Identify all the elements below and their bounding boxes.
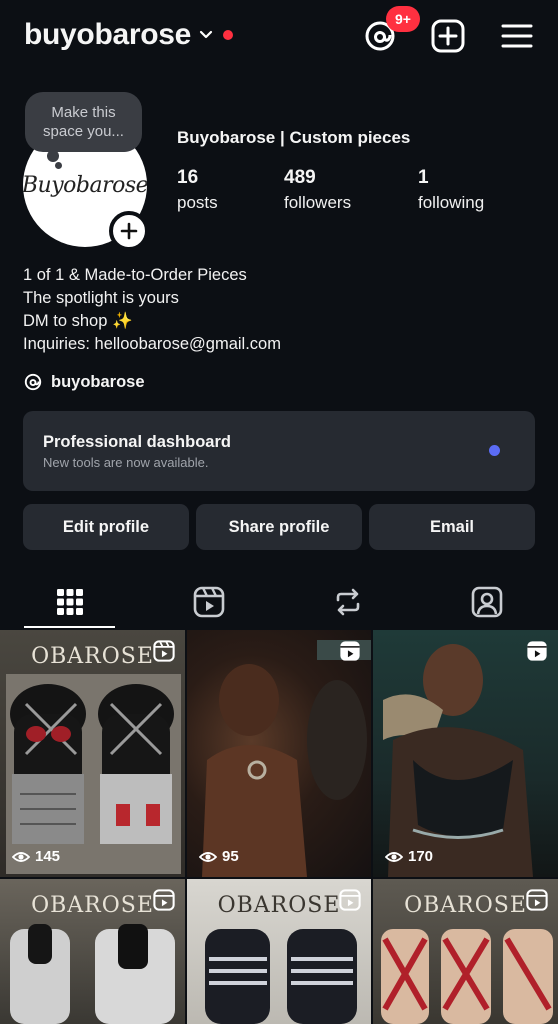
reel-icon (527, 641, 547, 661)
posts-label: posts (177, 193, 218, 212)
top-bar: buyobarose 9+ (0, 0, 558, 78)
add-story-button[interactable] (109, 211, 149, 251)
bio-email[interactable]: Inquiries: helloobarose@gmail.com (23, 333, 281, 356)
reel-icon (153, 889, 175, 911)
account-switcher[interactable]: buyobarose (24, 18, 234, 52)
reel-icon (340, 641, 360, 661)
grid-icon (56, 589, 83, 615)
tagged-icon (471, 586, 502, 618)
post-thumbnail[interactable]: OBAROSE (373, 879, 558, 1024)
eye-icon (199, 851, 217, 862)
post-thumbnail[interactable]: 170 (373, 630, 558, 877)
tab-reposts[interactable] (278, 576, 417, 628)
notification-badge: 9+ (386, 6, 420, 32)
dashboard-title: Professional dashboard (43, 433, 231, 451)
post-thumbnail[interactable]: OBAROSE 145 (0, 630, 185, 877)
reel-icon (153, 640, 175, 662)
chevron-down-icon (199, 30, 213, 39)
note-bubble[interactable]: Make this space you... (25, 92, 142, 152)
mannequin-image (381, 929, 553, 1024)
posts-stat[interactable]: 16 posts (177, 167, 218, 213)
reels-icon (193, 586, 224, 618)
following-stat[interactable]: 1 following (418, 167, 484, 213)
view-count: 170 (385, 848, 433, 865)
menu-icon[interactable] (499, 18, 535, 54)
active-tab-indicator (24, 626, 115, 628)
view-count: 95 (199, 848, 239, 865)
threads-icon (24, 373, 42, 391)
bio-line: 1 of 1 & Made-to-Order Pieces (23, 266, 247, 284)
bio-line: DM to shop ✨ (23, 312, 133, 330)
reel-icon (526, 889, 548, 911)
reposts-icon (336, 588, 359, 616)
dashboard-subtitle: New tools are now available. (43, 455, 209, 470)
post-thumbnail[interactable]: OBAROSE (0, 879, 185, 1024)
email-button[interactable]: Email (369, 504, 535, 550)
tab-grid[interactable] (0, 576, 139, 628)
note-text: Make this space you... (43, 104, 124, 140)
reel-icon (339, 889, 361, 911)
display-name: Buyobarose | Custom pieces (177, 128, 411, 147)
note-bubble-tail (47, 150, 59, 162)
dashboard-new-dot (489, 445, 500, 456)
following-label: following (418, 193, 485, 212)
bio: 1 of 1 & Made-to-Order Pieces The spotli… (23, 264, 281, 356)
avatar-logo-text: Buyobarose (23, 172, 147, 198)
view-count-number: 170 (408, 848, 434, 865)
view-count: 145 (12, 848, 60, 865)
add-icon[interactable] (430, 18, 466, 54)
plus-icon (120, 222, 138, 240)
posts-count: 16 (177, 167, 199, 188)
edit-profile-button[interactable]: Edit profile (23, 504, 189, 550)
profile-tabs (0, 576, 558, 628)
note-bubble-tail-small (55, 162, 62, 169)
post-photo (383, 644, 533, 877)
mannequin-image (205, 929, 357, 1024)
following-count: 1 (418, 167, 429, 188)
threads-handle: buyobarose (51, 372, 145, 391)
post-thumbnail[interactable]: OBAROSE (187, 879, 371, 1024)
post-photo (202, 640, 371, 877)
mannequin-image (10, 924, 175, 1024)
eye-icon (12, 851, 30, 862)
share-profile-button[interactable]: Share profile (196, 504, 362, 550)
professional-dashboard[interactable]: Professional dashboard New tools are now… (23, 411, 535, 491)
threads-profile-link[interactable]: buyobarose (23, 372, 145, 392)
view-count-number: 95 (222, 848, 239, 865)
tab-reels[interactable] (139, 576, 278, 628)
eye-icon (385, 851, 403, 862)
unread-dot (223, 30, 234, 40)
followers-stat[interactable]: 489 followers (284, 167, 351, 213)
tab-tagged[interactable] (417, 576, 556, 628)
view-count-number: 145 (35, 848, 61, 865)
username: buyobarose (24, 18, 192, 51)
post-thumbnail[interactable]: 95 (187, 630, 371, 877)
bio-line: The spotlight is yours (23, 289, 179, 307)
followers-label: followers (284, 193, 352, 212)
followers-count: 489 (284, 167, 316, 188)
mannequin-image (6, 674, 181, 874)
